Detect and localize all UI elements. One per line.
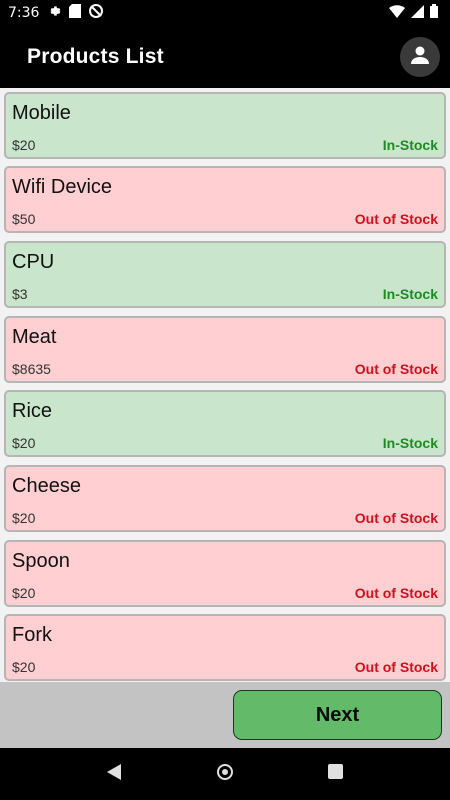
product-card-cpu[interactable]: CPU $3 In-Stock xyxy=(4,241,446,308)
product-price: $20 xyxy=(12,510,36,526)
account-circle-icon xyxy=(410,45,430,70)
status-left: 7:36 xyxy=(8,4,104,22)
status-right xyxy=(389,4,438,22)
wifi-icon xyxy=(389,4,405,22)
product-list[interactable]: Mobile $20 In-Stock Wifi Device $50 Out … xyxy=(0,88,450,682)
product-card-fork[interactable]: Fork $20 Out of Stock xyxy=(4,614,446,681)
product-name: Cheese xyxy=(12,475,81,497)
product-name: CPU xyxy=(12,251,55,273)
product-card-wifi-device[interactable]: Wifi Device $50 Out of Stock xyxy=(4,166,446,233)
stock-status: In-Stock xyxy=(382,286,438,302)
next-button[interactable]: Next xyxy=(233,690,442,740)
system-nav-bar xyxy=(0,748,450,800)
stock-status: In-Stock xyxy=(382,435,438,451)
product-name: Wifi Device xyxy=(12,176,113,198)
battery-icon xyxy=(430,4,438,22)
stock-status: Out of Stock xyxy=(354,211,438,227)
product-card-meat[interactable]: Meat $8635 Out of Stock xyxy=(4,316,446,383)
no-sync-icon xyxy=(89,4,104,22)
back-icon xyxy=(107,763,123,785)
status-bar: 7:36 xyxy=(0,0,450,26)
product-price: $20 xyxy=(12,585,36,601)
product-card-rice[interactable]: Rice $20 In-Stock xyxy=(4,390,446,457)
product-price: $20 xyxy=(12,659,36,675)
product-name: Rice xyxy=(12,400,53,422)
page-title: Products List xyxy=(27,45,164,68)
status-time: 7:36 xyxy=(8,5,40,21)
bottom-panel: Next xyxy=(0,682,450,748)
product-card-cheese[interactable]: Cheese $20 Out of Stock xyxy=(4,465,446,532)
sd-card-icon xyxy=(69,4,82,22)
product-name: Mobile xyxy=(12,102,71,124)
gear-icon xyxy=(47,4,61,22)
account-button[interactable] xyxy=(400,37,440,77)
stock-status: Out of Stock xyxy=(354,585,438,601)
home-icon xyxy=(216,763,234,786)
product-price: $8635 xyxy=(12,361,51,377)
product-price: $50 xyxy=(12,211,36,227)
product-name: Fork xyxy=(12,624,52,646)
product-price: $20 xyxy=(12,435,36,451)
product-card-spoon[interactable]: Spoon $20 Out of Stock xyxy=(4,540,446,607)
app-bar: Products List xyxy=(0,26,450,88)
product-price: $20 xyxy=(12,137,36,153)
product-name: Meat xyxy=(12,326,57,348)
back-button[interactable] xyxy=(101,760,129,788)
signal-icon xyxy=(411,4,424,22)
stock-status: Out of Stock xyxy=(354,510,438,526)
recents-button[interactable] xyxy=(321,760,349,788)
stock-status: Out of Stock xyxy=(354,659,438,675)
recents-icon xyxy=(327,764,343,784)
stock-status: In-Stock xyxy=(382,137,438,153)
home-button[interactable] xyxy=(211,760,239,788)
product-card-mobile[interactable]: Mobile $20 In-Stock xyxy=(4,92,446,159)
product-price: $3 xyxy=(12,286,28,302)
stock-status: Out of Stock xyxy=(354,361,438,377)
product-name: Spoon xyxy=(12,550,70,572)
